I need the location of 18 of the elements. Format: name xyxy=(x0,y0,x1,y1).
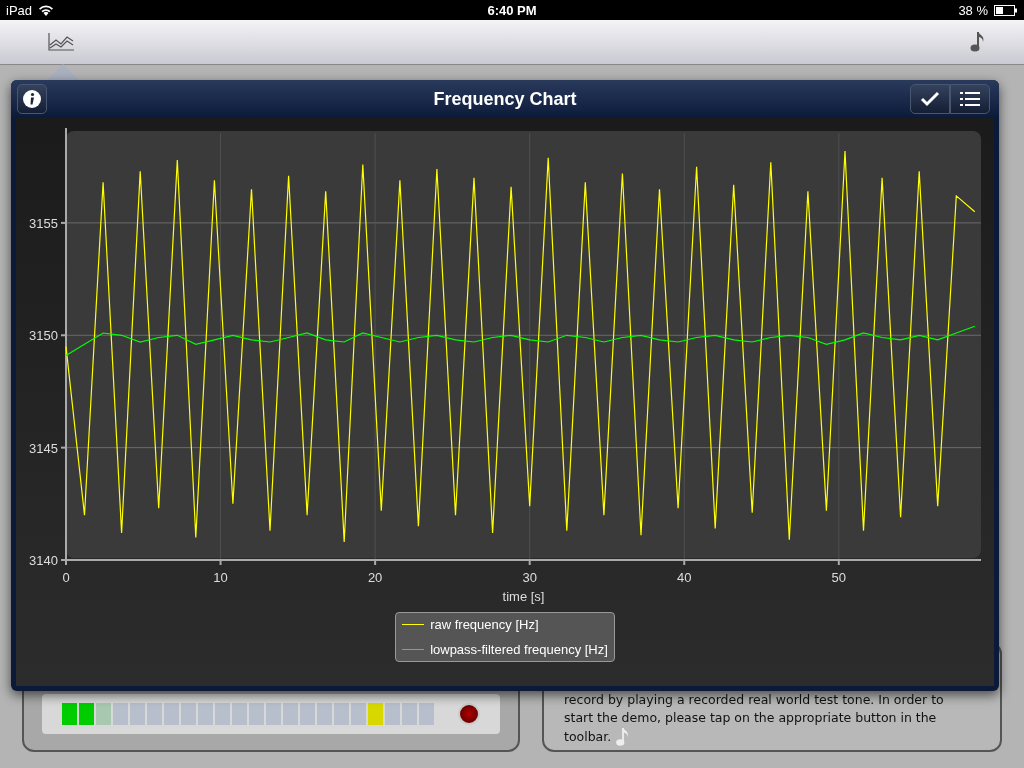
x-tick-label: 10 xyxy=(212,570,228,585)
popover-title: Frequency Chart xyxy=(433,89,577,110)
x-axis-label: time [s] xyxy=(502,589,544,604)
x-tick-label: 20 xyxy=(367,570,382,585)
y-tick-label: 3150 xyxy=(28,328,58,344)
x-tick-label: 0 xyxy=(61,570,70,585)
clock: 6:40 PM xyxy=(487,2,537,18)
x-tick-label: 30 xyxy=(521,570,537,585)
x-tick-label: 40 xyxy=(676,570,691,585)
legend-label: lowpass-filtered frequency [Hz] xyxy=(430,642,608,657)
battery-percent: 38 % xyxy=(958,2,988,18)
device-name: iPad xyxy=(6,2,33,18)
x-tick-label: 50 xyxy=(831,570,846,585)
help-text: record by playing a recorded real world test tone. In order to start the demo, please tap on the appropriate button in the toolbar. xyxy=(564,691,970,747)
y-tick-label: 3155 xyxy=(28,215,58,231)
legend-label: raw frequency [Hz] xyxy=(430,617,539,632)
y-tick-label: 3145 xyxy=(28,440,58,456)
y-tick-label: 3140 xyxy=(28,553,58,568)
